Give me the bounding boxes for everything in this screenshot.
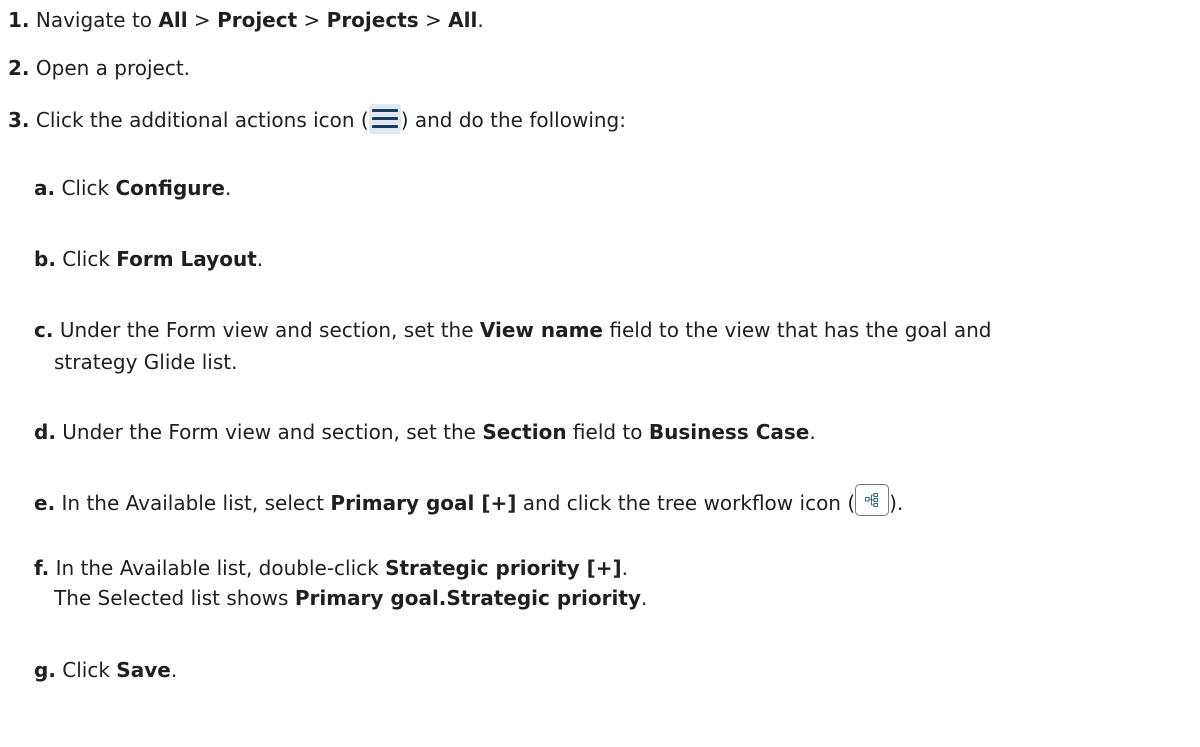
substep-text: The Selected list shows <box>54 586 295 610</box>
step-number: 2. <box>8 56 30 80</box>
substep-c: c. Under the Form view and section, set … <box>34 316 992 344</box>
view-name-label: View name <box>479 318 603 342</box>
substep-text: In the Available list, select <box>61 491 331 515</box>
step-3: 3. Click the additional actions icon ( ) … <box>8 104 626 134</box>
period: . <box>477 8 484 32</box>
nav-all: All <box>158 8 188 32</box>
substep-d: d. Under the Form view and section, set … <box>34 418 816 446</box>
form-layout-label: Form Layout <box>116 247 257 271</box>
step-number: 1. <box>8 8 30 32</box>
substep-label: g. <box>34 658 56 682</box>
substep-text: In the Available list, double-click <box>55 556 386 580</box>
nav-separator: > <box>187 8 218 32</box>
period: . <box>640 586 648 610</box>
strategic-priority-label: Strategic priority [+] <box>385 556 622 580</box>
substep-label: b. <box>34 247 56 271</box>
primary-goal-label: Primary goal [+] <box>330 491 517 515</box>
selected-list-value: Primary goal.Strategic priority <box>294 586 641 610</box>
substep-text: strategy Glide list. <box>54 350 238 374</box>
nav-projects: Projects <box>326 8 419 32</box>
configure-label: Configure <box>115 176 225 200</box>
substep-b: b. Click Form Layout. <box>34 245 263 273</box>
step-1: 1. Navigate to All > Project > Projects … <box>8 6 484 34</box>
substep-g: g. Click Save. <box>34 656 177 684</box>
substep-a: a. Click Configure. <box>34 174 231 202</box>
substep-label: c. <box>34 318 54 342</box>
step-text: Open a project. <box>35 56 191 80</box>
substep-c-line-2: strategy Glide list. <box>54 348 237 376</box>
substep-label: e. <box>34 491 56 515</box>
tree-workflow-icon <box>855 484 890 516</box>
substep-label: f. <box>34 556 50 580</box>
nav-separator: > <box>297 8 327 32</box>
period: . <box>809 420 816 444</box>
section-label: Section <box>482 420 567 444</box>
step-text: Click the additional actions icon ( <box>35 108 369 132</box>
substep-text-after: field to the view that has the goal and <box>603 318 992 342</box>
substep-text-mid: and click the tree workflow icon ( <box>516 491 856 515</box>
substep-text: Click <box>62 247 117 271</box>
period: . <box>256 247 264 271</box>
step-text: Navigate to <box>35 8 159 32</box>
period: . <box>224 176 232 200</box>
instruction-document: 1. Navigate to All > Project > Projects … <box>0 0 1200 747</box>
substep-text: Click <box>62 658 117 682</box>
substep-label: a. <box>34 176 56 200</box>
substep-e: e. In the Available list, select Primary… <box>34 484 903 517</box>
substep-text: Under the Form view and section, set the <box>59 318 480 342</box>
save-label: Save <box>116 658 171 682</box>
business-case-label: Business Case <box>648 420 810 444</box>
substep-label: d. <box>34 420 56 444</box>
substep-f-line-2: The Selected list shows Primary goal.Str… <box>54 584 647 612</box>
nav-project: Project <box>217 8 298 32</box>
substep-text: Under the Form view and section, set the <box>62 420 483 444</box>
period: . <box>170 658 178 682</box>
step-2: 2. Open a project. <box>8 54 190 82</box>
nav-separator: > <box>418 8 449 32</box>
substep-f: f. In the Available list, double-click S… <box>34 554 628 582</box>
step-text-after: ) and do the following: <box>400 108 626 132</box>
substep-text-mid: field to <box>566 420 649 444</box>
hamburger-menu-icon <box>368 104 401 134</box>
step-number: 3. <box>8 108 30 132</box>
substep-text: Click <box>61 176 116 200</box>
substep-text-after: ). <box>889 491 904 515</box>
nav-all-2: All <box>448 8 478 32</box>
period: . <box>621 556 628 580</box>
